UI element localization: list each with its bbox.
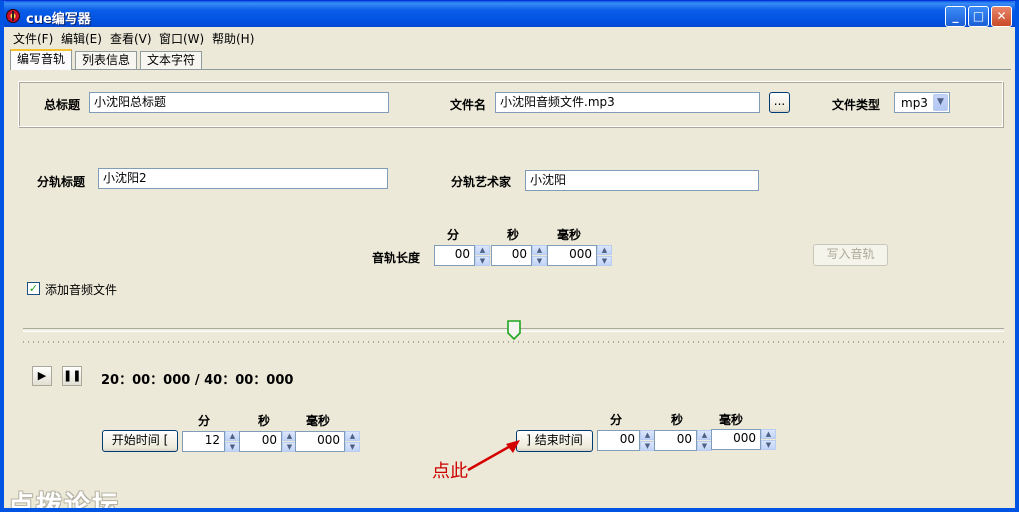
- start-sec-spinner[interactable]: 00 ▲ ▼: [239, 431, 297, 452]
- maximize-button[interactable]: □: [968, 6, 989, 27]
- spin-up-icon[interactable]: ▲: [761, 429, 776, 439]
- tab-text-chars[interactable]: 文本字符: [140, 51, 203, 69]
- spin-up-icon[interactable]: ▲: [640, 430, 655, 440]
- spin-down-icon[interactable]: ▼: [225, 442, 240, 452]
- spin-up-icon[interactable]: ▲: [532, 245, 547, 255]
- spin-down-icon[interactable]: ▼: [697, 441, 712, 451]
- track-title-input[interactable]: 小沈阳2: [98, 168, 388, 189]
- file-name-label: 文件名: [450, 98, 487, 112]
- window-title: cue编写器: [26, 12, 91, 27]
- spin-up-icon[interactable]: ▲: [345, 431, 360, 441]
- browse-button[interactable]: ...: [769, 92, 790, 113]
- main-title-input[interactable]: 小沈阳总标题: [89, 92, 389, 113]
- length-sec-spinner[interactable]: 00 ▲ ▼: [491, 245, 547, 266]
- spin-up-icon[interactable]: ▲: [225, 431, 240, 441]
- length-ms-unit: 毫秒: [557, 228, 582, 242]
- menu-view[interactable]: 查看(V): [110, 30, 152, 47]
- spin-down-icon[interactable]: ▼: [345, 442, 360, 452]
- length-ms-spinner[interactable]: 000 ▲ ▼: [547, 245, 612, 266]
- spin-down-icon[interactable]: ▼: [532, 256, 547, 266]
- timecode-display: 20：00：000 / 40：00：000: [101, 373, 294, 388]
- play-button[interactable]: ▶: [32, 366, 52, 386]
- end-sec-spinner[interactable]: 00 ▲ ▼: [654, 430, 712, 451]
- close-icon: ✕: [996, 9, 1007, 23]
- end-min-spinner[interactable]: 00 ▲ ▼: [597, 430, 655, 451]
- end-sec-value[interactable]: 00: [654, 430, 697, 451]
- spin-down-icon[interactable]: ▼: [761, 440, 776, 450]
- menu-window[interactable]: 窗口(W): [159, 30, 204, 47]
- file-type-select[interactable]: mp3 ▼: [894, 92, 950, 113]
- spin-down-icon[interactable]: ▼: [597, 256, 612, 266]
- menu-bar: 文件(F) 编辑(E) 查看(V) 窗口(W) 帮助(H): [4, 27, 1015, 47]
- track-title-label: 分轨标题: [37, 175, 86, 189]
- spin-up-icon[interactable]: ▲: [597, 245, 612, 255]
- start-ms-unit: 毫秒: [306, 414, 331, 428]
- watermark-text: 点拨论坛: [8, 491, 121, 512]
- length-min-spinner[interactable]: 00 ▲ ▼: [434, 245, 490, 266]
- start-ms-value[interactable]: 000: [295, 431, 345, 452]
- spin-up-icon[interactable]: ▲: [475, 245, 490, 255]
- end-ms-unit: 毫秒: [719, 413, 744, 427]
- app-icon: [6, 9, 20, 23]
- slider-ticks: [23, 341, 1004, 343]
- file-type-value: mp3: [901, 96, 928, 110]
- spin-up-icon[interactable]: ▲: [697, 430, 712, 440]
- end-min-unit: 分: [610, 413, 623, 427]
- start-min-unit: 分: [198, 414, 211, 428]
- spin-down-icon[interactable]: ▼: [640, 441, 655, 451]
- pause-icon: ❚❚: [63, 369, 82, 382]
- length-min-unit: 分: [447, 228, 460, 242]
- start-min-value[interactable]: 12: [182, 431, 225, 452]
- length-sec-unit: 秒: [507, 228, 520, 242]
- annotation-text: 点此: [432, 461, 468, 482]
- write-track-button[interactable]: 写入音轨: [813, 244, 888, 266]
- end-ms-value[interactable]: 000: [711, 429, 761, 450]
- file-name-input[interactable]: 小沈阳音频文件.mp3: [495, 92, 760, 113]
- slider-thumb[interactable]: [506, 320, 521, 340]
- main-title-label: 总标题: [44, 98, 81, 112]
- file-type-label: 文件类型: [832, 98, 881, 112]
- length-min-value[interactable]: 00: [434, 245, 475, 266]
- app-window: cue编写器 _ □ ✕ 文件(F) 编辑(E) 查看(V) 窗口(W) 帮助(…: [0, 0, 1019, 512]
- end-sec-unit: 秒: [671, 413, 684, 427]
- annotation-arrow-icon: [467, 440, 520, 472]
- end-ms-spinner[interactable]: 000 ▲ ▼: [711, 429, 776, 450]
- add-audio-label: 添加音频文件: [45, 283, 118, 297]
- chevron-down-icon[interactable]: ▼: [933, 94, 948, 111]
- length-ms-value[interactable]: 000: [547, 245, 597, 266]
- spin-down-icon[interactable]: ▼: [475, 256, 490, 266]
- menu-help[interactable]: 帮助(H): [212, 30, 254, 47]
- track-artist-label: 分轨艺术家: [451, 175, 512, 189]
- menu-edit[interactable]: 编辑(E): [61, 30, 102, 47]
- start-ms-spinner[interactable]: 000 ▲ ▼: [295, 431, 360, 452]
- end-time-button[interactable]: ] 结束时间: [516, 430, 593, 452]
- maximize-icon: □: [972, 9, 985, 23]
- minimize-icon: _: [952, 9, 959, 23]
- track-length-label: 音轨长度: [372, 251, 421, 265]
- start-min-spinner[interactable]: 12 ▲ ▼: [182, 431, 240, 452]
- close-button[interactable]: ✕: [991, 6, 1012, 27]
- tab-list-info[interactable]: 列表信息: [75, 51, 138, 69]
- menu-file[interactable]: 文件(F): [13, 30, 53, 47]
- start-sec-unit: 秒: [258, 414, 271, 428]
- start-time-button[interactable]: 开始时间 [: [102, 430, 178, 452]
- add-audio-checkbox[interactable]: ✓: [27, 282, 40, 295]
- tab-write-track[interactable]: 编写音轨: [10, 49, 73, 70]
- play-icon: ▶: [37, 369, 47, 382]
- pause-button[interactable]: ❚❚: [62, 366, 82, 386]
- length-sec-value[interactable]: 00: [491, 245, 532, 266]
- start-sec-value[interactable]: 00: [239, 431, 282, 452]
- end-min-value[interactable]: 00: [597, 430, 640, 451]
- minimize-button[interactable]: _: [945, 6, 966, 27]
- track-artist-input[interactable]: 小沈阳: [525, 170, 759, 191]
